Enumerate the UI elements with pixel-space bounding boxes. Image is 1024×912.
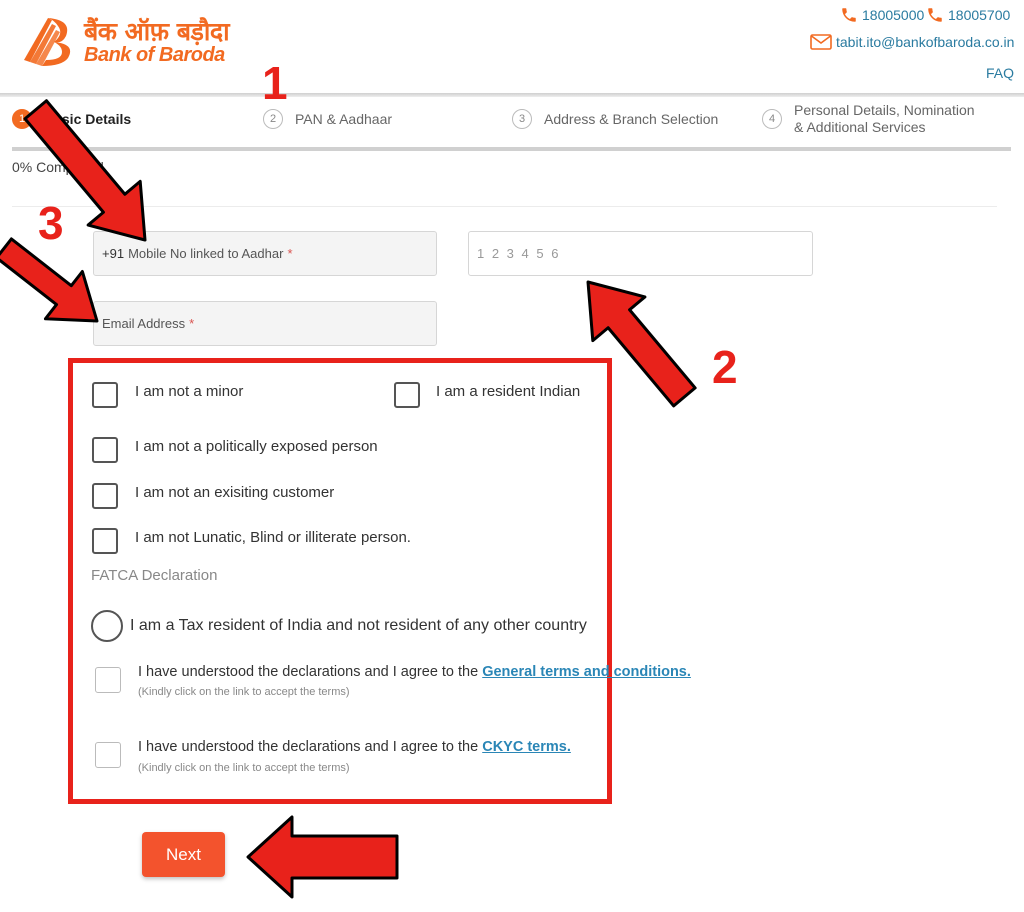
not-existing-customer-label: I am not an exisiting customer	[135, 484, 335, 501]
step-label: Address & Branch Selection	[544, 111, 719, 127]
otp-input[interactable]: 1 2 3 4 5 6	[468, 231, 813, 276]
step-number: 2	[263, 109, 283, 129]
step-number: 1	[12, 109, 32, 129]
annotation-number-1: 1	[262, 57, 288, 109]
ckyc-terms-text: I have understood the declarations and I…	[138, 739, 571, 755]
phone-contact-1[interactable]: 18005000	[840, 6, 924, 24]
faq-link[interactable]: FAQ	[986, 65, 1014, 81]
fatca-heading: FATCA Declaration	[91, 567, 218, 584]
section-divider	[12, 206, 997, 207]
annotation-number-3: 3	[38, 197, 64, 249]
mail-icon	[810, 34, 832, 50]
not-lunatic-label: I am not Lunatic, Blind or illiterate pe…	[135, 529, 411, 546]
resident-indian-label: I am a resident Indian	[436, 383, 581, 400]
step-basic-details[interactable]: 1 Basic Details	[12, 109, 131, 129]
tax-resident-label: I am a Tax resident of India and not res…	[130, 617, 587, 634]
logo-hindi-text: बैंक ऑफ़ बड़ौदा	[84, 17, 230, 46]
email-contact[interactable]: tabit.ito@bankofbaroda.co.in	[810, 34, 1014, 50]
not-existing-customer-checkbox[interactable]	[92, 483, 118, 509]
step-number: 4	[762, 109, 782, 129]
header-divider	[0, 93, 1024, 97]
step-label-line1: Personal Details, Nomination	[794, 102, 975, 118]
step-label: Personal Details, Nomination & Additiona…	[794, 102, 975, 136]
step-label: Basic Details	[44, 111, 132, 127]
phone-icon	[928, 8, 942, 22]
step-label-line2: & Additional Services	[794, 119, 926, 135]
logo-english-text: Bank of Baroda	[84, 44, 225, 66]
ckyc-terms-link[interactable]: CKYC terms.	[482, 739, 571, 755]
not-pep-label: I am not a politically exposed person	[135, 438, 378, 455]
next-button[interactable]: Next	[142, 832, 225, 877]
required-mark: *	[287, 246, 293, 261]
step-label: PAN & Aadhaar	[295, 111, 393, 127]
phone-number-2: 18005700	[948, 7, 1011, 23]
annotation-number-2: 2	[712, 341, 738, 393]
bank-logo-icon	[24, 18, 71, 66]
tax-resident-radio[interactable]	[91, 610, 123, 642]
otp-value: 1 2 3 4 5 6	[477, 246, 561, 261]
not-minor-checkbox[interactable]	[92, 382, 118, 408]
progress-bar	[12, 147, 1011, 151]
not-minor-label: I am not a minor	[135, 383, 244, 400]
email-placeholder: Email Address	[102, 316, 186, 331]
phone-icon	[842, 8, 856, 22]
contact-email: tabit.ito@bankofbaroda.co.in	[836, 34, 1015, 50]
general-terms-prefix: I have understood the declarations and I…	[138, 664, 483, 680]
ckyc-terms-checkbox[interactable]	[95, 742, 121, 768]
ckyc-terms-prefix: I have understood the declarations and I…	[138, 739, 483, 755]
mobile-placeholder: Mobile No linked to Aadhar	[128, 246, 284, 261]
step-number: 3	[512, 109, 532, 129]
step-pan-aadhaar[interactable]: 2 PAN & Aadhaar	[263, 109, 392, 129]
phone-number-1: 18005000	[862, 7, 925, 23]
general-terms-link[interactable]: General terms and conditions.	[482, 664, 691, 680]
progress-text: 0% Completed	[12, 159, 104, 175]
phone-contact-2[interactable]: 18005700	[926, 6, 1010, 24]
email-input[interactable]: Email Address *	[93, 301, 437, 346]
required-mark: *	[189, 316, 195, 331]
not-lunatic-checkbox[interactable]	[92, 528, 118, 554]
step-address-branch[interactable]: 3 Address & Branch Selection	[512, 109, 718, 129]
general-terms-text: I have understood the declarations and I…	[138, 664, 691, 680]
arrow-next-icon	[246, 815, 399, 899]
step-personal-details[interactable]: 4 Personal Details, Nomination & Additio…	[762, 102, 975, 136]
not-pep-checkbox[interactable]	[92, 437, 118, 463]
resident-indian-checkbox[interactable]	[394, 382, 420, 408]
general-terms-checkbox[interactable]	[95, 667, 121, 693]
mobile-input[interactable]: +91 Mobile No linked to Aadhar *	[93, 231, 437, 276]
general-terms-note: (Kindly click on the link to accept the …	[138, 686, 350, 698]
country-code: +91	[102, 246, 125, 261]
ckyc-terms-note: (Kindly click on the link to accept the …	[138, 762, 350, 774]
